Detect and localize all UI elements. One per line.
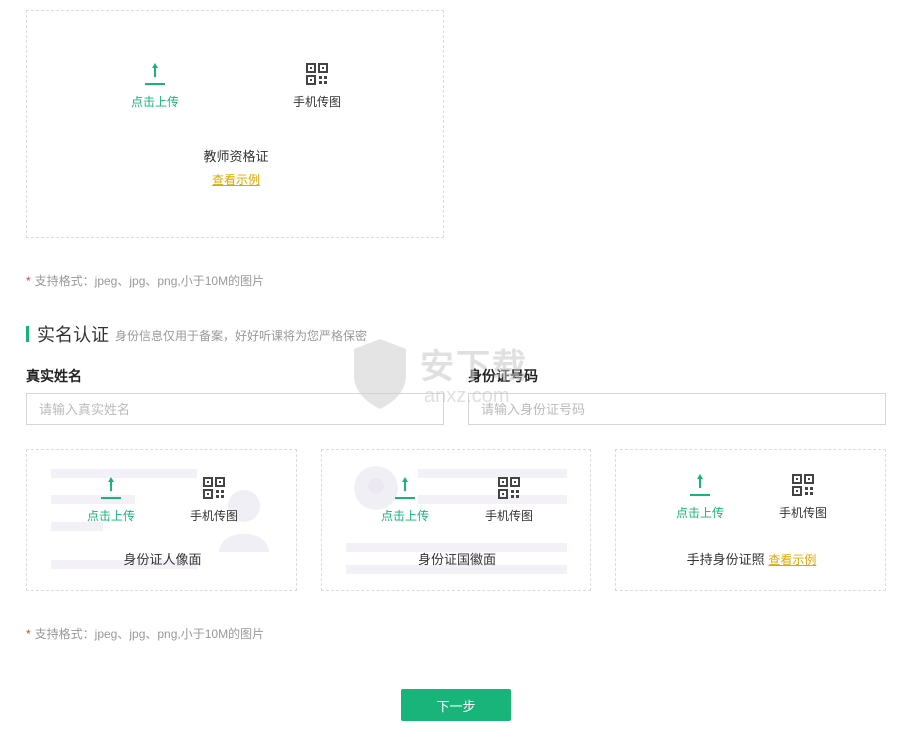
section-accent-bar xyxy=(26,326,29,342)
phone-upload-label: 手机传图 xyxy=(484,509,533,523)
teacher-cert-title: 教师资格证 xyxy=(203,149,269,164)
id-emblem-upload-button[interactable]: 点击上传 xyxy=(377,477,433,524)
realname-title: 实名认证 xyxy=(37,325,109,345)
teacher-cert-upload-button[interactable]: 点击上传 xyxy=(127,63,183,110)
upload-icon xyxy=(145,63,165,85)
teacher-cert-phone-upload-button[interactable]: 手机传图 xyxy=(289,63,345,110)
name-input[interactable] xyxy=(26,393,444,425)
id-number-input[interactable] xyxy=(468,393,886,425)
next-step-button[interactable]: 下一步 xyxy=(401,689,511,721)
format-note-1-text: 支持格式：jpeg、jpg、png,小于10M的图片 xyxy=(34,274,265,288)
upload-label: 点击上传 xyxy=(86,509,135,523)
qr-code-icon xyxy=(203,477,225,499)
phone-upload-label: 手机传图 xyxy=(778,506,827,520)
id-portrait-upload-box[interactable]: 点击上传 手机传图 身份证人像面 xyxy=(26,449,297,591)
qr-code-icon xyxy=(306,63,328,85)
teacher-cert-example-link[interactable]: 查看示例 xyxy=(212,173,260,187)
qr-code-icon xyxy=(498,477,520,499)
name-label: 真实姓名 xyxy=(26,368,82,384)
upload-icon xyxy=(101,477,121,499)
id-emblem-upload-box[interactable]: 点击上传 手机传图 身份证国徽面 xyxy=(321,449,591,591)
id-handheld-phone-upload-button[interactable]: 手机传图 xyxy=(775,474,831,521)
phone-upload-label: 手机传图 xyxy=(189,509,238,523)
upload-icon xyxy=(690,474,710,496)
format-note-2-text: 支持格式：jpeg、jpg、png,小于10M的图片 xyxy=(34,627,265,641)
realname-section-header: 实名认证 身份信息仅用于备案，好好听课将为您严格保密 xyxy=(26,321,367,347)
teacher-cert-upload-box[interactable]: 点击上传 手机传图 教师资格证 查看示例 xyxy=(26,10,444,238)
id-emblem-phone-upload-button[interactable]: 手机传图 xyxy=(481,477,537,524)
teacher-cert-example-wrap: 查看示例 xyxy=(27,171,445,188)
realname-subtitle: 身份信息仅用于备案，好好听课将为您严格保密 xyxy=(115,329,368,343)
format-note-1: * 支持格式：jpeg、jpg、png,小于10M的图片 xyxy=(26,272,264,289)
upload-icon xyxy=(395,477,415,499)
id-portrait-upload-button[interactable]: 点击上传 xyxy=(83,477,139,524)
upload-label: 点击上传 xyxy=(130,95,179,109)
upload-label: 点击上传 xyxy=(675,506,724,520)
id-portrait-phone-upload-button[interactable]: 手机传图 xyxy=(186,477,242,524)
phone-upload-label: 手机传图 xyxy=(292,95,341,109)
id-handheld-title-row: 手持身份证照 查看示例 xyxy=(616,549,887,568)
id-handheld-upload-button[interactable]: 点击上传 xyxy=(672,474,728,521)
id-emblem-title: 身份证国徽面 xyxy=(417,552,496,567)
id-portrait-title: 身份证人像面 xyxy=(123,552,202,567)
required-star: * xyxy=(26,274,31,288)
qr-code-icon xyxy=(792,474,814,496)
id-handheld-example-link[interactable]: 查看示例 xyxy=(768,553,816,567)
id-handheld-upload-box[interactable]: 点击上传 手机传图 手持身份证照 查看示例 xyxy=(615,449,886,591)
format-note-2: * 支持格式：jpeg、jpg、png,小于10M的图片 xyxy=(26,625,264,642)
id-number-label: 身份证号码 xyxy=(468,368,538,384)
upload-label: 点击上传 xyxy=(380,509,429,523)
required-star: * xyxy=(26,627,31,641)
id-handheld-title: 手持身份证照 xyxy=(686,552,765,567)
